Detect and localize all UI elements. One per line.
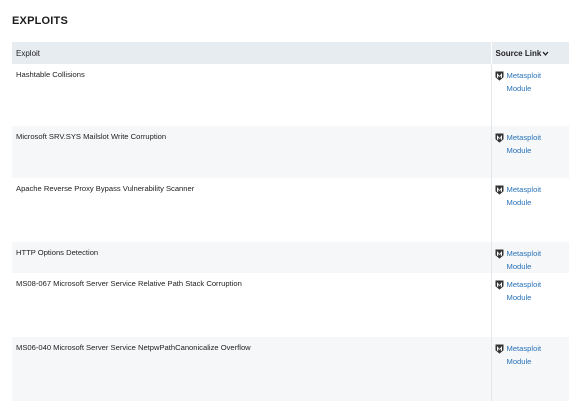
chevron-down-icon bbox=[542, 51, 549, 56]
metasploit-module-link[interactable]: Metasploit Module bbox=[495, 279, 566, 304]
table-row: MS06-040 Microsoft Server Service NetpwP… bbox=[12, 337, 569, 401]
metasploit-icon bbox=[495, 71, 503, 81]
metasploit-module-link[interactable]: Metasploit Module bbox=[495, 343, 566, 368]
metasploit-icon bbox=[495, 185, 503, 195]
table-row: Apache Reverse Proxy Bypass Vulnerabilit… bbox=[12, 178, 569, 242]
metasploit-module-link[interactable]: Metasploit Module bbox=[495, 132, 566, 157]
exploit-name: MS06-040 Microsoft Server Service NetpwP… bbox=[12, 337, 491, 401]
table-header-row: Exploit Source Link bbox=[12, 42, 569, 64]
table-row: Hashtable Collisions Metasploit Module bbox=[12, 64, 569, 126]
exploit-name: MS08-067 Microsoft Server Service Relati… bbox=[16, 279, 242, 288]
table-row: MS08-067 Microsoft Server Service Relati… bbox=[12, 273, 569, 337]
source-link-cell: Metasploit Module bbox=[490, 337, 569, 401]
table-row: HTTP Options Detection Metasploit Module bbox=[12, 242, 569, 273]
source-link-cell: Metasploit Module bbox=[490, 178, 569, 242]
metasploit-icon bbox=[495, 249, 503, 259]
source-link-cell: Metasploit Module bbox=[490, 273, 569, 337]
metasploit-icon bbox=[495, 280, 503, 290]
section-title: EXPLOITS bbox=[12, 15, 68, 27]
exploit-name: Microsoft SRV.SYS Mailslot Write Corrupt… bbox=[12, 126, 491, 178]
exploit-name: HTTP Options Detection bbox=[12, 242, 491, 273]
exploit-name: Apache Reverse Proxy Bypass Vulnerabilit… bbox=[16, 184, 195, 193]
exploit-name: Hashtable Collisions bbox=[16, 70, 85, 79]
exploits-panel: EXPLOITS Exploit Source Link Hashtable C… bbox=[0, 0, 570, 402]
metasploit-module-link[interactable]: Metasploit Module bbox=[495, 70, 566, 95]
metasploit-module-link[interactable]: Metasploit Module bbox=[495, 248, 566, 273]
exploits-table: Exploit Source Link Hashtable Collisions… bbox=[12, 42, 569, 401]
source-link-cell: Metasploit Module bbox=[490, 242, 569, 273]
column-header-source-link[interactable]: Source Link bbox=[490, 42, 569, 64]
metasploit-icon bbox=[495, 133, 503, 143]
table-row: Microsoft SRV.SYS Mailslot Write Corrupt… bbox=[12, 126, 569, 178]
source-link-cell: Metasploit Module bbox=[490, 126, 569, 178]
source-link-cell: Metasploit Module bbox=[490, 64, 569, 126]
metasploit-icon bbox=[495, 344, 503, 354]
metasploit-module-link[interactable]: Metasploit Module bbox=[495, 184, 566, 209]
column-header-exploit: Exploit bbox=[12, 42, 491, 64]
